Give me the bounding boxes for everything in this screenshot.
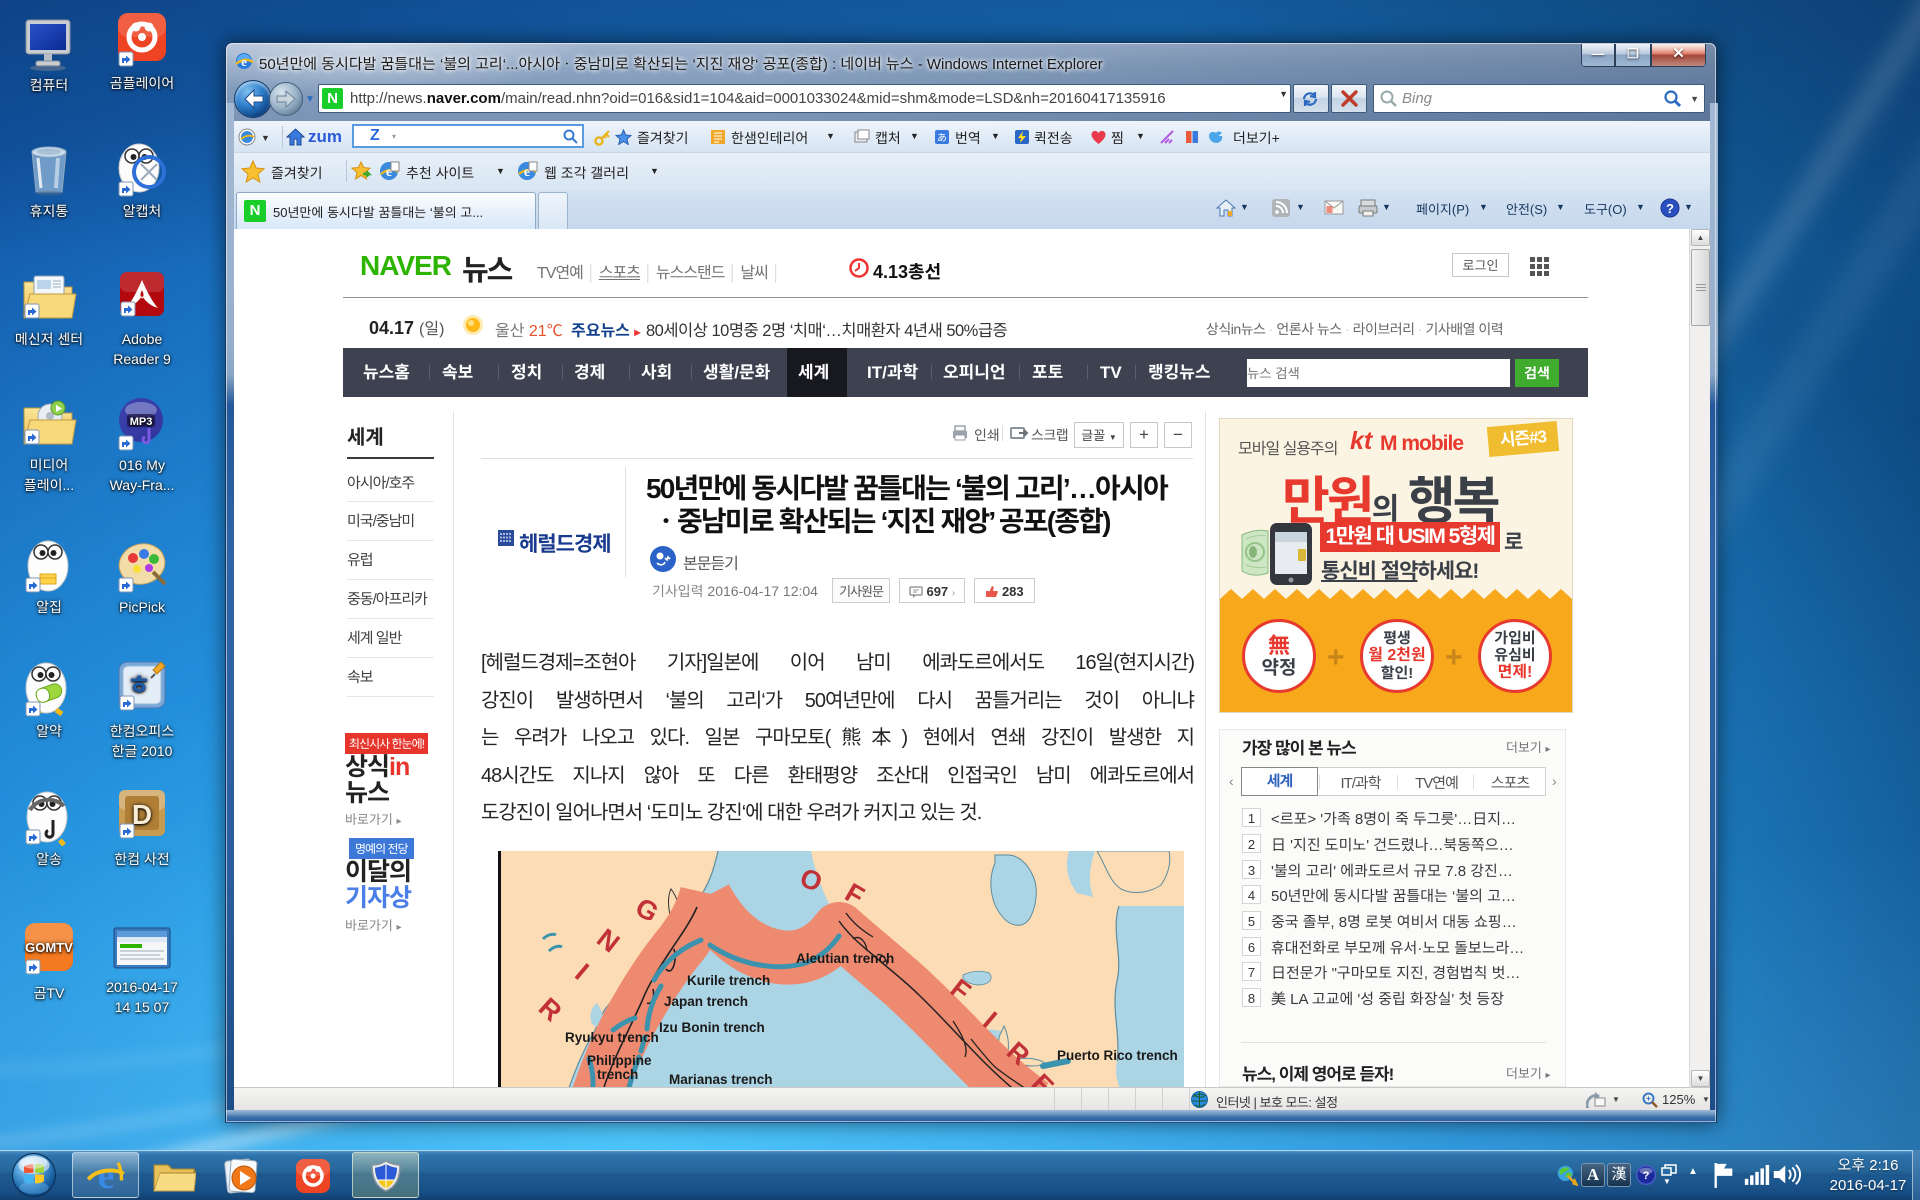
svg-text:GOMTV: GOMTV [25, 940, 73, 955]
svg-text:Philippine: Philippine [587, 1053, 652, 1068]
svg-text:Aleutian trench: Aleutian trench [796, 951, 894, 966]
svg-text:Izu Bonin trench: Izu Bonin trench [659, 1020, 765, 1035]
svg-text:e: e [241, 54, 247, 69]
svg-text:?: ? [1666, 201, 1674, 216]
svg-text:Kurile trench: Kurile trench [687, 973, 770, 988]
svg-text:?: ? [1643, 1170, 1650, 1182]
svg-text:e: e [98, 1156, 115, 1196]
svg-text:Ryukyu trench: Ryukyu trench [565, 1030, 659, 1045]
svg-text:Puerto Rico trench: Puerto Rico trench [1057, 1048, 1178, 1063]
svg-text:Marianas trench: Marianas trench [669, 1072, 773, 1087]
svg-text:あ: あ [937, 133, 947, 144]
svg-text:MP3: MP3 [130, 416, 153, 428]
svg-text:D: D [132, 799, 152, 830]
svg-text:Japan trench: Japan trench [664, 994, 748, 1009]
svg-text:trench: trench [597, 1067, 638, 1082]
